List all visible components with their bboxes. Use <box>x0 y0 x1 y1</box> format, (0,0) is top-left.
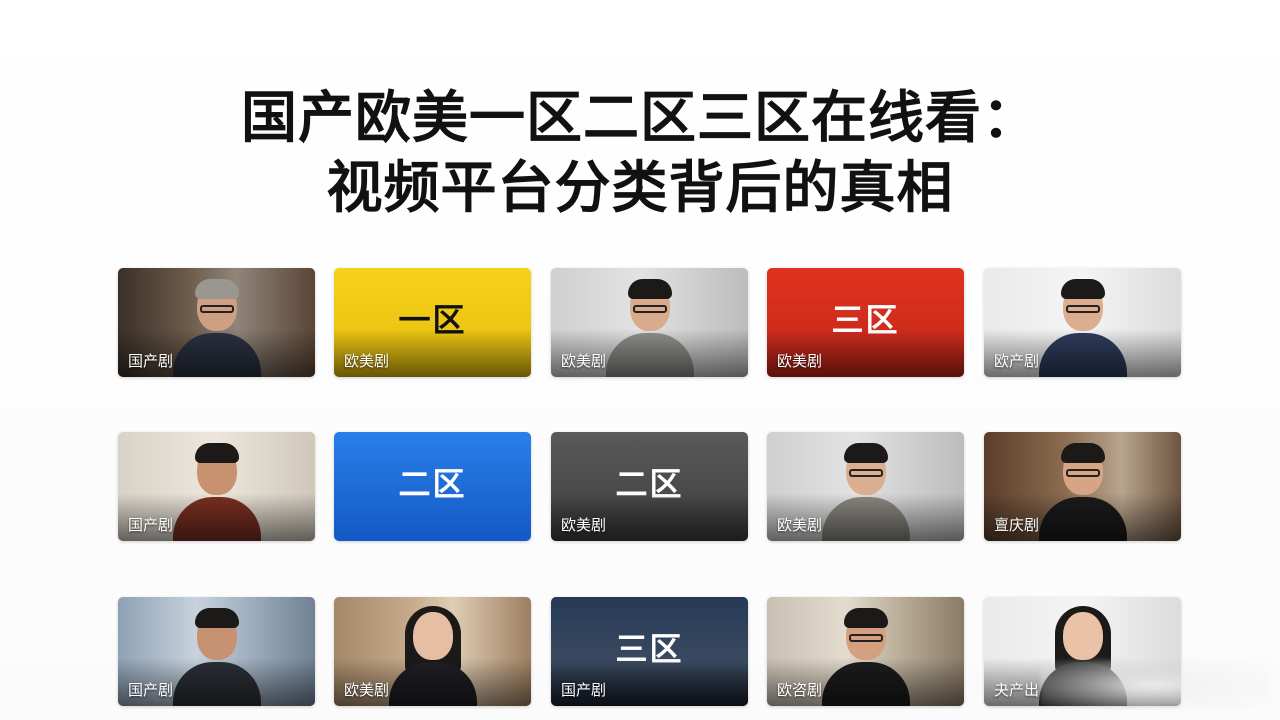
card-label: 国产剧 <box>128 681 174 699</box>
zone-title: 二区 <box>398 465 467 503</box>
video-card-1[interactable]: 国产剧 <box>118 268 315 377</box>
video-card-9[interactable]: 欧美剧 <box>767 432 964 541</box>
card-label: 欧美剧 <box>344 681 390 699</box>
card-label: 欧咨剧 <box>777 681 823 699</box>
card-label: 欧美剧 <box>344 352 390 370</box>
title-line-1: 国产欧美一区二区三区在线看： <box>241 86 1039 151</box>
card-label: 国产剧 <box>561 681 607 699</box>
card-label: 欧美剧 <box>777 516 823 534</box>
video-card-10[interactable]: 亶庆剧 <box>984 432 1181 541</box>
card-label: 欧美剧 <box>777 352 823 370</box>
video-card-7[interactable]: 二区 <box>334 432 531 541</box>
video-card-2[interactable]: 一区 欧美剧 <box>334 268 531 377</box>
page-title: 国产欧美一区二区三区在线看： 视频平台分类背后的真相 <box>0 84 1280 224</box>
video-card-14[interactable]: 欧咨剧 <box>767 597 964 706</box>
video-card-12[interactable]: 欧美剧 <box>334 597 531 706</box>
card-label: 夬产出 <box>994 681 1040 699</box>
card-label: 欧美剧 <box>561 516 607 534</box>
card-label: 欧产剧 <box>994 352 1040 370</box>
video-card-8[interactable]: 二区 欧美剧 <box>551 432 748 541</box>
card-label: 亶庆剧 <box>994 516 1040 534</box>
video-grid: 国产剧 一区 欧美剧 欧美剧 三区 欧美剧 欧产剧 国产剧 二区 二区 欧美剧 … <box>118 268 1181 708</box>
video-card-13[interactable]: 三区 国产剧 <box>551 597 748 706</box>
video-card-5[interactable]: 欧产剧 <box>984 268 1181 377</box>
video-card-3[interactable]: 欧美剧 <box>551 268 748 377</box>
video-card-4[interactable]: 三区 欧美剧 <box>767 268 964 377</box>
title-line-2: 视频平台分类背后的真相 <box>326 156 954 221</box>
card-label: 国产剧 <box>128 352 174 370</box>
page: 国产欧美一区二区三区在线看： 视频平台分类背后的真相 国产剧 一区 欧美剧 欧美… <box>0 0 1280 720</box>
card-label: 欧美剧 <box>561 352 607 370</box>
watermark-blur <box>1040 660 1270 710</box>
video-card-11[interactable]: 国产剧 <box>118 597 315 706</box>
card-label: 国产剧 <box>128 516 174 534</box>
video-card-6[interactable]: 国产剧 <box>118 432 315 541</box>
